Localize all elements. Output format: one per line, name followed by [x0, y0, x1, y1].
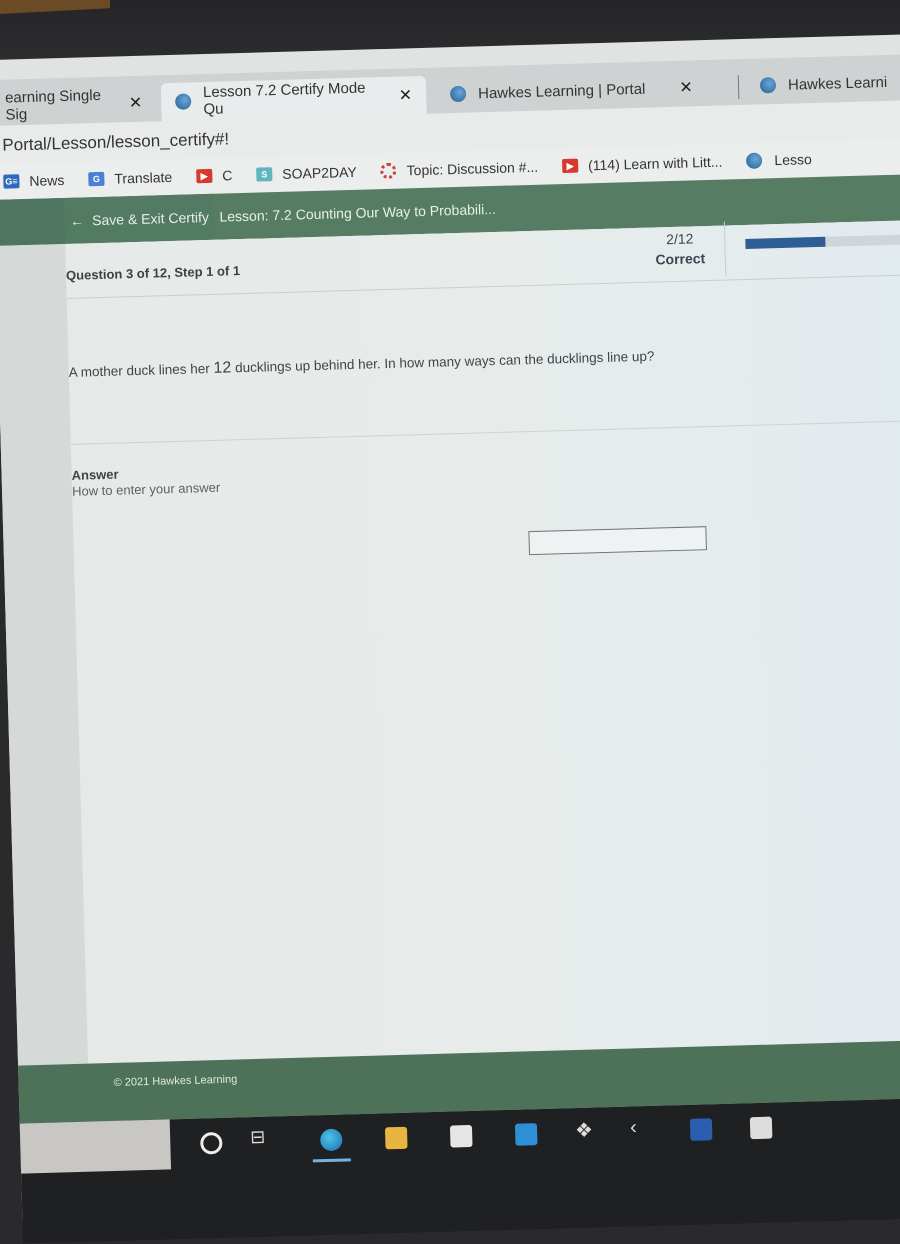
desk-edge: [0, 0, 110, 15]
bookmark-translate[interactable]: G Translate: [88, 169, 172, 187]
lesson-title: Lesson: 7.2 Counting Our Way to Probabil…: [219, 200, 497, 225]
google-translate-icon: G: [88, 171, 105, 187]
save-exit-label: Save & Exit Certify: [91, 208, 210, 229]
tab-title: Lesson 7.2 Certify Mode Qu: [202, 79, 366, 119]
close-tab-icon[interactable]: ✕: [398, 85, 413, 105]
tab-separator: [737, 75, 740, 100]
word-icon[interactable]: [689, 1118, 713, 1141]
question-text-end: ducklings up behind her. In how many way…: [231, 348, 655, 376]
bookmark-label: Translate: [114, 168, 173, 187]
bookmark-label: (114) Learn with Litt...: [587, 153, 723, 174]
header-left-block: [0, 197, 66, 246]
hawkes-logo-icon: [175, 93, 192, 110]
youtube-icon: ▶: [195, 168, 213, 184]
bookmark-label: News: [29, 171, 65, 189]
bookmark-label: C: [221, 167, 233, 184]
copyright-text: © 2021 Hawkes Learning: [113, 1073, 238, 1089]
close-tab-icon[interactable]: ✕: [679, 77, 693, 97]
progress-bar: [745, 233, 900, 249]
question-text: A mother duck lines her 12 ducklings up …: [69, 348, 655, 382]
answer-input[interactable]: [528, 526, 707, 556]
bookmark-label: SOAP2DAY: [282, 163, 357, 182]
close-tab-icon[interactable]: ✕: [129, 93, 143, 113]
tab-title: Hawkes Learning | Portal: [477, 80, 646, 102]
google-news-icon: G≡: [3, 174, 20, 189]
bookmark-lesson[interactable]: Lesso: [746, 151, 812, 169]
question-number: 12: [213, 359, 232, 377]
bookmark-learn-with-litt[interactable]: ▶ (114) Learn with Litt...: [561, 153, 723, 174]
progress-bar-fill: [745, 236, 826, 249]
help-icon[interactable]: [749, 1116, 773, 1140]
bookmark-soap2day[interactable]: S SOAP2DAY: [256, 164, 357, 183]
app-icon[interactable]: ‹: [630, 1116, 653, 1138]
arrow-left-icon: ←: [69, 212, 85, 229]
question-label: Question 3 of 12, Step 1 of 1: [65, 263, 241, 283]
bookmark-label: Lesso: [774, 151, 812, 169]
search-icon[interactable]: [200, 1131, 223, 1155]
windows-taskbar: ⊟ ❖ ‹: [19, 1097, 900, 1244]
tab-title: Hawkes Learni: [787, 73, 888, 94]
hawkes-logo-icon: [449, 85, 467, 103]
url-text[interactable]: Portal/Lesson/lesson_certify#!: [2, 129, 229, 155]
hawkes-logo-icon: [759, 77, 777, 94]
edge-icon[interactable]: [319, 1128, 343, 1152]
active-app-indicator: [312, 1158, 351, 1163]
bookmark-youtube-c[interactable]: ▶ C: [195, 167, 233, 184]
youtube-icon: ▶: [561, 158, 579, 174]
question-text-start: A mother duck lines her: [68, 360, 214, 380]
taskbar-left-block: [19, 1119, 172, 1174]
mail-icon[interactable]: [514, 1123, 538, 1146]
score-display: 2/12 Correct: [634, 221, 727, 279]
question-card: Question 3 of 12, Step 1 of 1 2/12 Corre…: [65, 219, 900, 1064]
tab-title: earning Single Sig: [4, 86, 102, 124]
hawkes-logo-icon: [746, 152, 763, 169]
how-to-enter-answer-link[interactable]: How to enter your answer: [72, 480, 220, 499]
save-exit-certify-button[interactable]: ← Save & Exit Certify: [63, 193, 216, 244]
canvas-icon: [380, 162, 397, 180]
score-label: Correct: [655, 250, 706, 268]
screen: earning Single Sig ✕ Lesson 7.2 Certify …: [0, 33, 900, 1244]
file-explorer-icon[interactable]: [384, 1126, 408, 1150]
answer-label: Answer: [71, 466, 119, 483]
task-view-icon[interactable]: ⊟: [250, 1127, 266, 1149]
bookmark-news[interactable]: G≡ News: [3, 171, 65, 190]
store-icon[interactable]: [449, 1124, 473, 1148]
browser-tab-single-sign-on[interactable]: earning Single Sig ✕: [0, 83, 157, 126]
score-value: 2/12: [665, 230, 694, 248]
browser-tab-hawkes-learning[interactable]: Hawkes Learni: [745, 61, 900, 105]
bookmark-label: Topic: Discussion #...: [406, 158, 539, 179]
bookmark-topic-discussion[interactable]: Topic: Discussion #...: [380, 158, 539, 180]
section-divider: [70, 419, 900, 445]
soap2day-icon: S: [256, 167, 273, 182]
dropbox-icon[interactable]: ❖: [575, 1117, 598, 1142]
